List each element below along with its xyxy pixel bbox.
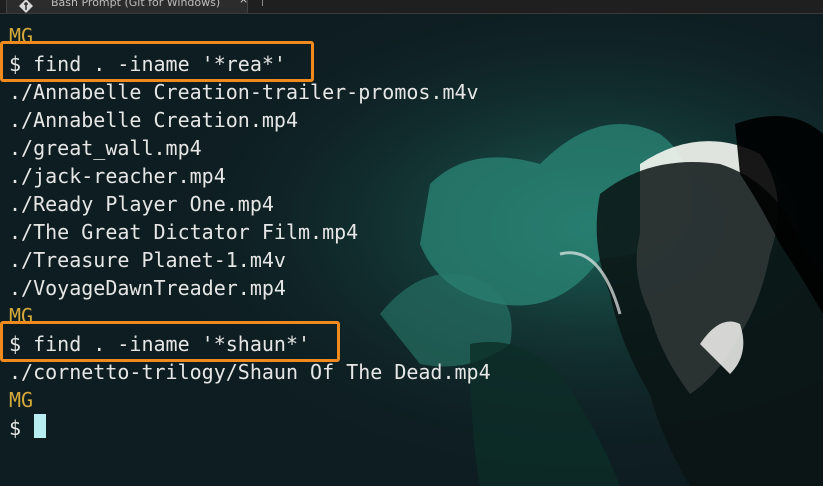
output-line: ./jack-reacher.mp4 xyxy=(9,164,226,188)
output-line: ./Annabelle Creation-trailer-promos.m4v xyxy=(9,80,479,104)
output-line: ./Treasure Planet-1.m4v xyxy=(9,248,286,272)
terminal-output[interactable]: MG $ find . -iname '*rea*' ./Annabelle C… xyxy=(0,14,823,486)
output-line: ./great_wall.mp4 xyxy=(9,136,202,160)
prompt-user: MG xyxy=(9,388,34,412)
close-icon[interactable]: × xyxy=(239,0,247,6)
output-line: ./The Great Dictator Film.mp4 xyxy=(9,220,359,244)
git-bash-icon xyxy=(19,0,33,13)
new-tab-button[interactable] xyxy=(262,0,263,6)
terminal-window: Bash Prompt (Git for Windows) × MG $ fin… xyxy=(0,0,823,486)
tab-bash-prompt[interactable]: Bash Prompt (Git for Windows) × xyxy=(6,0,248,13)
tab-title: Bash Prompt (Git for Windows) xyxy=(51,0,221,9)
command-line: $ find . -iname '*shaun*' xyxy=(9,332,311,356)
title-bar: Bash Prompt (Git for Windows) × xyxy=(0,0,823,14)
output-line: ./cornetto-trilogy/Shaun Of The Dead.mp4 xyxy=(9,360,491,384)
command-line: $ find . -iname '*rea*' xyxy=(9,52,286,76)
output-line: ./Annabelle Creation.mp4 xyxy=(9,108,298,132)
text-cursor[interactable] xyxy=(34,414,46,438)
output-line: ./Ready Player One.mp4 xyxy=(9,192,274,216)
output-line: ./VoyageDawnTreader.mp4 xyxy=(9,276,286,300)
prompt-symbol: $ xyxy=(9,416,22,440)
